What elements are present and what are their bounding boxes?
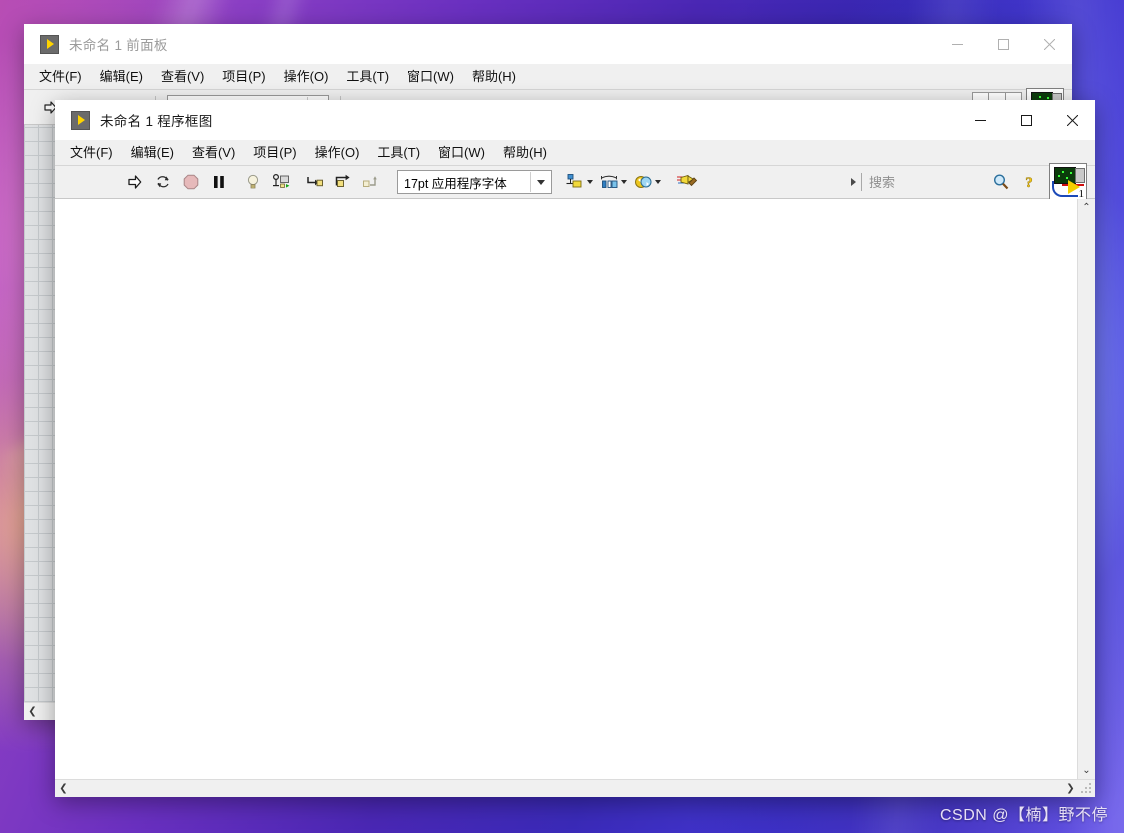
search-input[interactable] — [869, 175, 987, 190]
labview-vi-icon — [71, 111, 90, 130]
front-panel-menubar[interactable]: 文件(F) 编辑(E) 查看(V) 项目(P) 操作(O) 工具(T) 窗口(W… — [24, 64, 1072, 90]
menu-file[interactable]: 文件(F) — [30, 66, 91, 88]
block-diagram-horizontal-scrollbar[interactable]: ❮ ❯ — [55, 779, 1095, 797]
scroll-left-button[interactable]: ❮ — [24, 703, 41, 720]
block-diagram-canvas[interactable]: ⌃ ⌄ — [55, 199, 1095, 779]
block-diagram-title: 未命名 1 程序框图 — [100, 110, 213, 130]
chevron-down-icon[interactable] — [655, 180, 661, 184]
menu-window[interactable]: 窗口(W) — [398, 66, 463, 88]
reorder-icon[interactable] — [630, 168, 664, 196]
block-diagram-vertical-scrollbar[interactable]: ⌃ ⌄ — [1077, 199, 1095, 779]
svg-text:?: ? — [1025, 175, 1033, 191]
menu-window[interactable]: 窗口(W) — [429, 142, 494, 164]
magnifier-icon[interactable] — [987, 168, 1015, 196]
menu-view[interactable]: 查看(V) — [152, 66, 213, 88]
search-area[interactable]: ? — [847, 169, 1049, 195]
menu-project[interactable]: 项目(P) — [213, 66, 274, 88]
close-button[interactable] — [1026, 24, 1072, 64]
lightbulb-icon[interactable] — [239, 168, 267, 196]
chevron-down-icon[interactable] — [530, 172, 551, 192]
context-help-question-icon[interactable]: ? — [1015, 168, 1043, 196]
scroll-right-button[interactable]: ❯ — [1062, 780, 1079, 797]
resize-grip[interactable] — [1079, 782, 1093, 796]
run-continuously-icon[interactable] — [149, 168, 177, 196]
menu-help[interactable]: 帮助(H) — [494, 142, 556, 164]
menu-operate[interactable]: 操作(O) — [275, 66, 338, 88]
scroll-left-button[interactable]: ❮ — [55, 780, 72, 797]
block-diagram-titlebar[interactable]: 未命名 1 程序框图 — [55, 100, 1095, 140]
close-button[interactable] — [1049, 100, 1095, 140]
menu-view[interactable]: 查看(V) — [183, 142, 244, 164]
front-panel-title: 未命名 1 前面板 — [69, 34, 168, 54]
labview-vi-icon — [40, 35, 59, 54]
maximize-button[interactable] — [1003, 100, 1049, 140]
block-diagram-toolbar[interactable]: 17pt 应用程序字体 — [55, 166, 1095, 199]
menu-tools[interactable]: 工具(T) — [337, 66, 398, 88]
align-objects-icon[interactable] — [562, 168, 596, 196]
menu-help[interactable]: 帮助(H) — [463, 66, 525, 88]
font-label: 17pt 应用程序字体 — [398, 173, 530, 192]
chevron-down-icon[interactable] — [587, 180, 593, 184]
watermark-text: CSDN @【楠】野不停 — [940, 801, 1108, 825]
step-into-icon[interactable] — [301, 168, 329, 196]
chevron-down-icon[interactable] — [621, 180, 627, 184]
menu-project[interactable]: 项目(P) — [244, 142, 305, 164]
minimize-button[interactable] — [934, 24, 980, 64]
menu-edit[interactable]: 编辑(E) — [122, 142, 183, 164]
retain-wire-values-icon[interactable] — [267, 168, 295, 196]
maximize-button[interactable] — [980, 24, 1026, 64]
menu-edit[interactable]: 编辑(E) — [91, 66, 152, 88]
menu-operate[interactable]: 操作(O) — [306, 142, 369, 164]
front-panel-titlebar[interactable]: 未命名 1 前面板 — [24, 24, 1072, 64]
search-divider — [861, 173, 862, 191]
font-combo[interactable]: 17pt 应用程序字体 — [397, 170, 552, 194]
block-diagram-window-controls — [957, 100, 1095, 140]
run-arrow-icon[interactable] — [121, 168, 149, 196]
scroll-up-button[interactable]: ⌃ — [1078, 199, 1095, 216]
pause-icon[interactable] — [205, 168, 233, 196]
distribute-objects-icon[interactable] — [596, 168, 630, 196]
clean-up-diagram-icon[interactable] — [672, 168, 702, 196]
step-over-icon[interactable] — [329, 168, 357, 196]
block-diagram-window[interactable]: 未命名 1 程序框图 文件(F) 编辑(E) 查看(V) 项目(P) 操作(O)… — [55, 100, 1095, 797]
menu-file[interactable]: 文件(F) — [61, 142, 122, 164]
scroll-down-button[interactable]: ⌄ — [1078, 762, 1095, 779]
block-diagram-menubar[interactable]: 文件(F) 编辑(E) 查看(V) 项目(P) 操作(O) 工具(T) 窗口(W… — [55, 140, 1095, 166]
abort-execution-icon[interactable] — [177, 168, 205, 196]
menu-tools[interactable]: 工具(T) — [368, 142, 429, 164]
front-panel-window-controls — [934, 24, 1072, 64]
minimize-button[interactable] — [957, 100, 1003, 140]
vi-icon[interactable]: 1 — [1049, 163, 1087, 201]
search-expand-icon[interactable] — [847, 173, 859, 191]
step-out-icon[interactable] — [357, 168, 385, 196]
